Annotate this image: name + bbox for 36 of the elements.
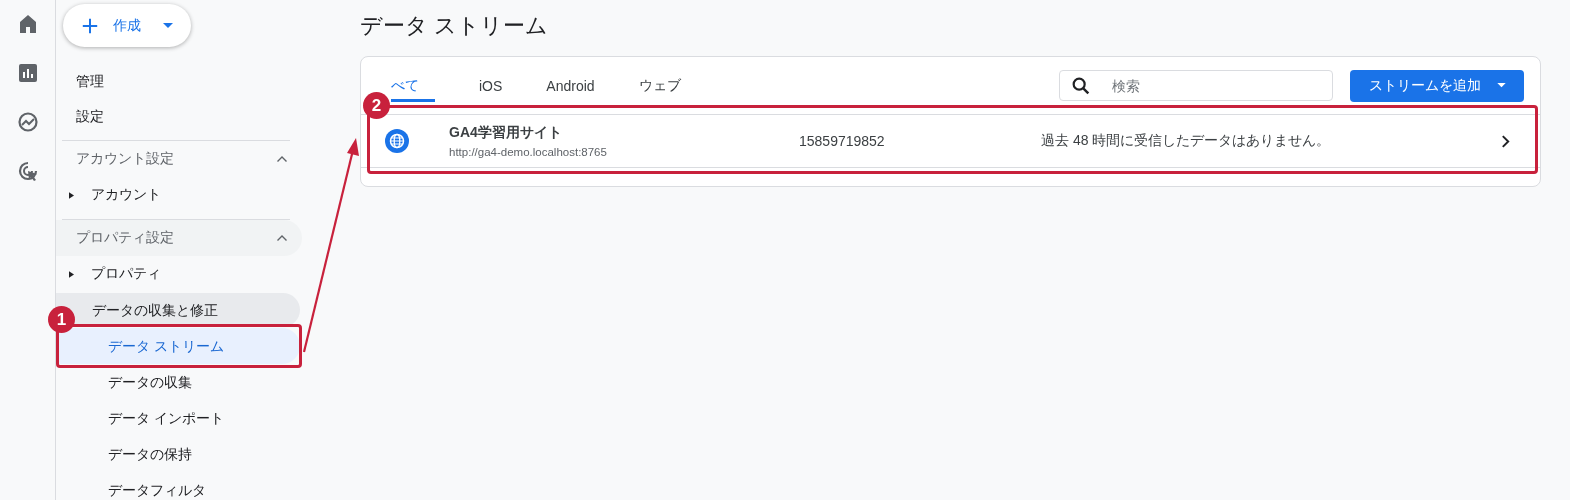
step-badge: 1 [48,306,75,333]
tab[interactable]: iOS [479,72,519,102]
stream-id: 15859719852 [799,133,886,149]
chevron-up-icon[interactable] [276,155,288,163]
nav-subitem[interactable]: データの収集 [56,364,300,400]
chevron-right-icon[interactable] [1501,134,1510,148]
stream-name: GA4学習用サイト [449,124,563,142]
globe-icon [385,129,409,153]
step-badge: 2 [363,92,390,119]
nav-item[interactable]: 設定 [56,99,315,134]
stream-url: http://ga4-demo.localhost:8765 [449,146,608,158]
expand-arrow-icon[interactable] [69,191,74,199]
plus-icon [81,16,99,35]
nav-subitem[interactable]: データ インポート [56,400,300,436]
nav-item[interactable]: 管理 [56,64,315,99]
stream-row[interactable]: GA4学習用サイト http://ga4-demo.localhost:8765 15859719852 過去 48 時間に受信したデータはありません。 [361,114,1540,168]
tree-item[interactable]: アカウント [56,177,315,213]
section-header[interactable]: プロパティ設定 [56,220,302,256]
nav-subitem[interactable]: データ ストリーム [56,328,300,364]
stream-status: 過去 48 時間に受信したデータはありません。 [1041,132,1332,150]
tab[interactable]: Android [546,72,611,102]
page-title: データ ストリーム [360,12,550,40]
tab[interactable]: ウェブ [638,72,697,102]
expand-arrow-icon[interactable] [69,270,74,278]
chevron-up-icon[interactable] [276,234,288,242]
search-field[interactable]: 検索 [1059,70,1333,101]
section-header[interactable]: アカウント設定 [56,141,302,177]
add-stream-button[interactable]: ストリームを追加 [1350,69,1524,102]
nav-subitem[interactable]: データフィルタ [56,472,300,500]
create-button[interactable]: 作成 [63,4,191,47]
tab[interactable]: べて [391,72,435,102]
dropdown-icon [1496,83,1506,88]
tree-item[interactable]: プロパティ [56,256,315,292]
nav-subitem[interactable]: データの保持 [56,436,300,472]
trend-icon[interactable] [15,110,40,134]
dropdown-icon [163,22,173,29]
